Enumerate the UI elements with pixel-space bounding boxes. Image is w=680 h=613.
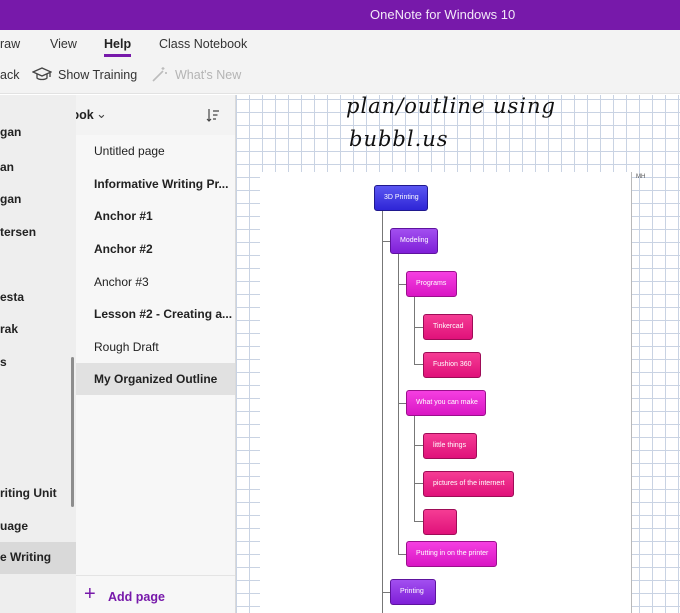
mindmap-node: Printing	[390, 579, 436, 605]
mindmap-node	[423, 509, 457, 535]
tab-class-notebook[interactable]: Class Notebook	[159, 37, 247, 51]
section-item[interactable]: uage	[0, 511, 76, 543]
mindmap-node: What you can make	[406, 390, 486, 416]
chevron-down-icon[interactable]: ⌄	[96, 106, 107, 122]
connector-line	[382, 241, 390, 242]
feedback-button[interactable]: ack	[0, 68, 19, 82]
mindmap-node: Fushion 360	[423, 352, 481, 378]
handwritten-note: bubbl.us	[349, 127, 449, 151]
connector-line	[414, 327, 423, 328]
section-item[interactable]: an	[0, 152, 76, 184]
page-item[interactable]: Rough Draft	[76, 331, 235, 363]
connector-line	[398, 284, 406, 285]
mindmap-node: Tinkercad	[423, 314, 473, 340]
wand-icon	[152, 67, 167, 82]
section-item-selected[interactable]: e Writing	[0, 542, 76, 574]
tab-view[interactable]: View	[50, 37, 77, 51]
section-item[interactable]: rak	[0, 314, 76, 346]
ribbon: raw View Help Class Notebook ack Show Tr…	[0, 30, 680, 94]
connector-line	[414, 521, 423, 522]
section-item[interactable]: riting Unit	[0, 478, 76, 510]
page-item[interactable]: Anchor #1	[76, 200, 235, 232]
tab-draw[interactable]: raw	[0, 37, 20, 51]
connector-line	[382, 592, 390, 593]
page-item[interactable]: Anchor #2	[76, 233, 235, 265]
connector-line	[398, 554, 406, 555]
page-item[interactable]: Anchor #3	[76, 266, 235, 298]
section-item[interactable]: s	[0, 347, 76, 379]
connector-line	[414, 483, 423, 484]
plus-icon: +	[84, 583, 96, 605]
mindmap-node: pictures of the internert	[423, 471, 514, 497]
add-page-label: Add page	[108, 590, 165, 604]
page-item-selected[interactable]: My Organized Outline	[76, 363, 235, 395]
tab-help[interactable]: Help	[104, 37, 132, 57]
sections-scrollbar[interactable]	[71, 357, 74, 507]
connector-line	[398, 254, 399, 555]
page-item[interactable]: Informative Writing Pr...	[76, 168, 235, 200]
title-bar: OneNote for Windows 10	[0, 0, 680, 30]
mindmap-node: 3D Printing	[374, 185, 428, 211]
whats-new-button[interactable]: What's New	[175, 68, 241, 82]
section-item[interactable]: gan	[0, 125, 76, 139]
sort-icon[interactable]	[205, 107, 221, 123]
page-item[interactable]: Lesson #2 - Creating a...	[76, 298, 235, 330]
section-item[interactable]: tersen	[0, 217, 76, 249]
section-item[interactable]: gan	[0, 184, 76, 216]
connector-line	[414, 445, 423, 446]
connector-line	[414, 297, 415, 365]
show-training-button[interactable]: Show Training	[58, 68, 137, 82]
app-title: OneNote for Windows 10	[370, 7, 516, 22]
pages-pane: Untitled page Informative Writing Pr... …	[76, 135, 235, 613]
mindmap-node: Putting in on the printer	[406, 541, 497, 567]
handwritten-note: plan/outline using	[346, 94, 556, 118]
page-item[interactable]: Untitled page	[76, 135, 235, 167]
add-page-button[interactable]: + Add page	[76, 575, 235, 613]
connector-line	[414, 416, 415, 522]
connector-line	[398, 403, 406, 404]
connector-line	[382, 211, 383, 613]
corner-label: MH	[636, 174, 646, 180]
section-item[interactable]: esta	[0, 282, 76, 314]
mindmap-node: Programs	[406, 271, 457, 297]
connector-line	[414, 364, 423, 365]
graduation-cap-icon	[32, 67, 52, 81]
mindmap-node: little things	[423, 433, 477, 459]
sections-pane: gan an gan tersen esta rak s riting Unit…	[0, 95, 76, 613]
mindmap-node: Modeling	[390, 228, 438, 254]
